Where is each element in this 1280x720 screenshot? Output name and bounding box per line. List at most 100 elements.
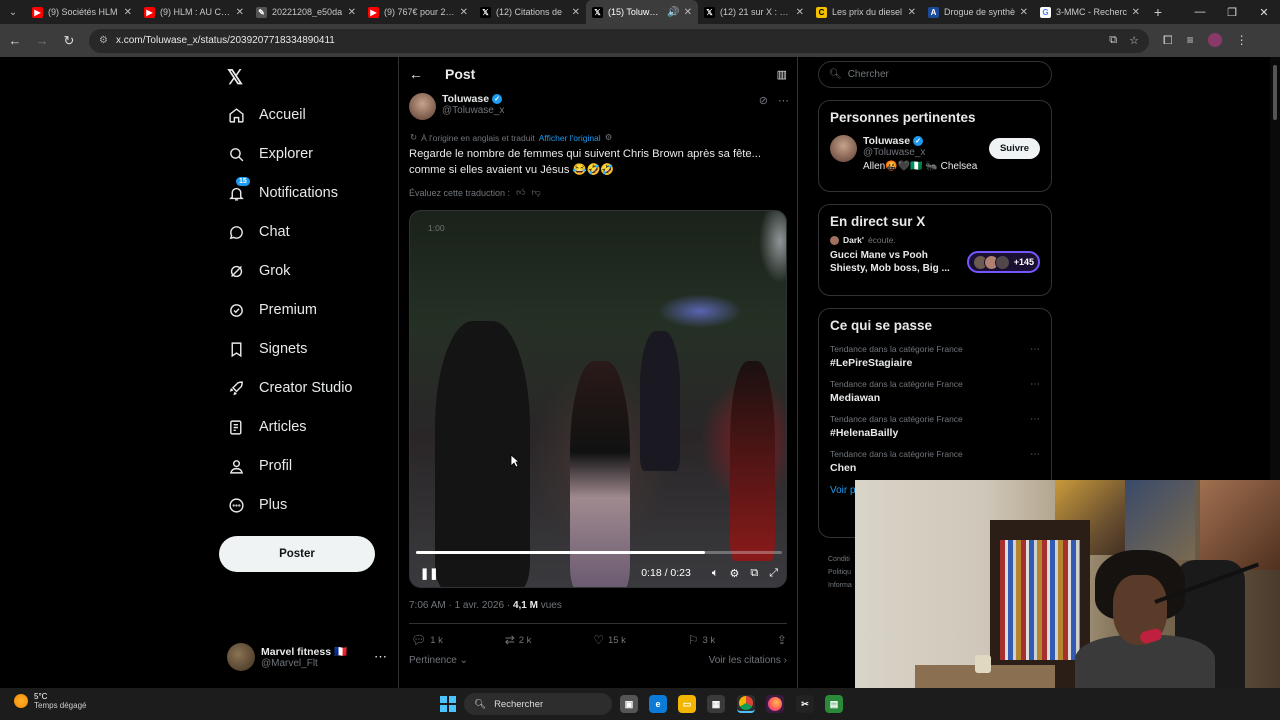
video-progress-bar[interactable]: [416, 551, 782, 554]
browser-menu-icon[interactable]: ⋮: [1236, 33, 1248, 48]
browser-tab[interactable]: ✎ 20221208_e50da ✕: [250, 0, 362, 24]
footer-link[interactable]: Conditi: [828, 553, 852, 566]
nav-item-articles[interactable]: Articles: [227, 413, 307, 441]
more-icon[interactable]: ⋯: [1030, 449, 1040, 460]
account-switcher[interactable]: Marvel fitness 🇫🇷 @Marvel_Flt ⋯: [227, 643, 387, 671]
reply-button[interactable]: 💬︎ 1 k: [411, 633, 443, 647]
volume-icon[interactable]: 🔈︎: [712, 567, 719, 580]
nav-item-creator-studio[interactable]: Creator Studio: [227, 374, 353, 402]
more-icon[interactable]: ⋯: [1030, 344, 1040, 355]
post-button[interactable]: Poster: [219, 536, 375, 572]
more-icon[interactable]: ⋯: [778, 94, 789, 107]
chrome-icon[interactable]: [737, 695, 755, 713]
more-icon[interactable]: ⋯: [374, 649, 387, 665]
fullscreen-icon[interactable]: ⤢: [769, 567, 778, 580]
browser-tab[interactable]: ▶ (9) Sociétés HLM ✕: [26, 0, 138, 24]
tab-search-chevron-icon[interactable]: ⌄: [0, 0, 26, 24]
bookmark-star-icon[interactable]: ☆: [1129, 34, 1139, 47]
pip-icon[interactable]: ⧉: [750, 567, 758, 580]
thumbs-up-icon[interactable]: 👍︎: [516, 187, 525, 198]
bookmark-button[interactable]: ⚐ 3 k: [688, 633, 715, 647]
avatar[interactable]: [830, 135, 857, 162]
close-tab-icon[interactable]: ✕: [348, 7, 356, 18]
trend-item[interactable]: Tendance dans la catégorie France #LePir…: [819, 339, 1051, 374]
close-window-icon[interactable]: ✕: [1248, 0, 1280, 24]
browser-tab[interactable]: 𝕏 (12) Citations de ✕: [474, 0, 586, 24]
file-explorer-icon[interactable]: ▭: [678, 695, 696, 713]
like-button[interactable]: ♡ 15 k: [593, 633, 626, 647]
weather-widget[interactable]: 5°C Temps dégagé: [14, 692, 86, 710]
browser-tab[interactable]: ▶ (9) 767€ pour 27m ✕: [362, 0, 474, 24]
trend-item[interactable]: Tendance dans la catégorie France Mediaw…: [819, 374, 1051, 409]
close-tab-icon[interactable]: ✕: [796, 7, 804, 18]
settings-icon[interactable]: ⚙: [605, 132, 613, 143]
speaker-icon[interactable]: 🔊: [667, 7, 679, 18]
store-icon[interactable]: ▦: [707, 695, 725, 713]
install-app-icon[interactable]: ⧉: [1109, 34, 1117, 47]
nav-item-grok[interactable]: Grok: [227, 257, 290, 285]
relevant-user[interactable]: Toluwase ✓ @Toluwase_x Allen🤬🖤🇳🇬 🐜 Chelse…: [819, 131, 1051, 176]
avatar[interactable]: [409, 93, 436, 120]
minimize-icon[interactable]: —: [1184, 0, 1216, 24]
back-icon[interactable]: ←: [3, 29, 27, 53]
video-player[interactable]: 1:00 ❚❚ 0:18 / 0:23 🔈︎ ⚙ ⧉ ⤢: [409, 210, 787, 588]
nav-item-accueil[interactable]: Accueil: [227, 101, 306, 129]
more-icon[interactable]: ⋯: [1030, 379, 1040, 390]
author-name[interactable]: Toluwase: [442, 93, 489, 105]
settings-icon[interactable]: ⚙: [729, 567, 739, 580]
nav-item-explorer[interactable]: Explorer: [227, 140, 313, 168]
quotes-link[interactable]: Voir les citations ›: [709, 655, 787, 666]
browser-tab[interactable]: ▶(9) HLM : AU CŒUR✕: [138, 0, 250, 24]
close-tab-icon[interactable]: ✕: [1020, 7, 1028, 18]
profile-avatar-icon[interactable]: [1207, 33, 1222, 47]
follow-button[interactable]: Suivre: [988, 138, 1040, 159]
scrollbar-thumb[interactable]: [1273, 65, 1277, 120]
trend-item[interactable]: Tendance dans la catégorie France Chen ⋯: [819, 444, 1051, 479]
windows-start-icon[interactable]: [440, 696, 456, 712]
repost-button[interactable]: ⇄ 2 k: [505, 633, 532, 647]
nav-item-signets[interactable]: Signets: [227, 335, 307, 363]
x-logo-icon[interactable]: 𝕏: [227, 65, 243, 90]
edge-icon[interactable]: e: [649, 695, 667, 713]
tab-search-icon[interactable]: ≡: [1187, 33, 1194, 48]
share-button[interactable]: ⇪: [777, 633, 787, 647]
grok-icon[interactable]: ⊘: [759, 94, 768, 107]
nav-item-premium[interactable]: Premium: [227, 296, 317, 324]
url-bar[interactable]: ⚙ x.com/Toluwase_x/status/20392077183348…: [89, 28, 1149, 53]
close-tab-icon[interactable]: ✕: [908, 7, 916, 18]
close-tab-icon[interactable]: ✕: [460, 7, 468, 18]
nav-item-profil[interactable]: Profil: [227, 452, 292, 480]
extensions-icon[interactable]: ⧠: [1163, 33, 1173, 48]
firefox-icon[interactable]: [766, 695, 784, 713]
new-tab-icon[interactable]: +: [1146, 4, 1170, 20]
pause-icon[interactable]: ❚❚: [420, 567, 438, 580]
browser-tab-active[interactable]: 𝕏 (15) Toluwase 🔊 ✕: [586, 0, 698, 24]
trend-item[interactable]: Tendance dans la catégorie France #Helen…: [819, 409, 1051, 444]
browser-tab[interactable]: G 3-MMC - Recherc ✕: [1034, 0, 1146, 24]
author-handle[interactable]: @Toluwase_x: [442, 105, 504, 116]
live-space[interactable]: Gucci Mane vs Pooh Shiesty, Mob boss, Bi…: [819, 245, 1051, 281]
back-arrow-icon[interactable]: ←: [409, 66, 437, 82]
nav-item-notifications[interactable]: 15 Notifications: [227, 177, 338, 207]
browser-tab[interactable]: 𝕏 (12) 21 sur X : "Ky ✕: [698, 0, 810, 24]
browser-tab[interactable]: A Drogue de synthè ✕: [922, 0, 1034, 24]
sort-dropdown[interactable]: Pertinence ⌄: [409, 655, 468, 666]
more-icon[interactable]: ⋯: [1030, 414, 1040, 425]
reader-icon[interactable]: ▥: [777, 68, 787, 81]
taskbar-search[interactable]: 🔍︎ Rechercher: [464, 693, 612, 715]
close-tab-icon[interactable]: ✕: [236, 7, 244, 18]
close-tab-icon[interactable]: ✕: [572, 7, 580, 18]
nav-item-plus[interactable]: Plus: [227, 491, 287, 519]
task-view-icon[interactable]: ▣: [620, 695, 638, 713]
browser-tab[interactable]: C Les prix du diesel ✕: [810, 0, 922, 24]
reload-icon[interactable]: ↻: [57, 29, 81, 53]
show-original-link[interactable]: Afficher l'original: [539, 133, 601, 143]
close-tab-icon[interactable]: ✕: [684, 7, 692, 18]
maximize-icon[interactable]: ❐: [1216, 0, 1248, 24]
app-icon[interactable]: ▤: [825, 695, 843, 713]
live-listeners-pill[interactable]: +145: [966, 251, 1040, 273]
close-tab-icon[interactable]: ✕: [124, 7, 132, 18]
footer-link[interactable]: Politiqu: [828, 566, 852, 579]
thumbs-down-icon[interactable]: 👎︎: [531, 187, 540, 198]
capcut-icon[interactable]: ✂: [796, 695, 814, 713]
